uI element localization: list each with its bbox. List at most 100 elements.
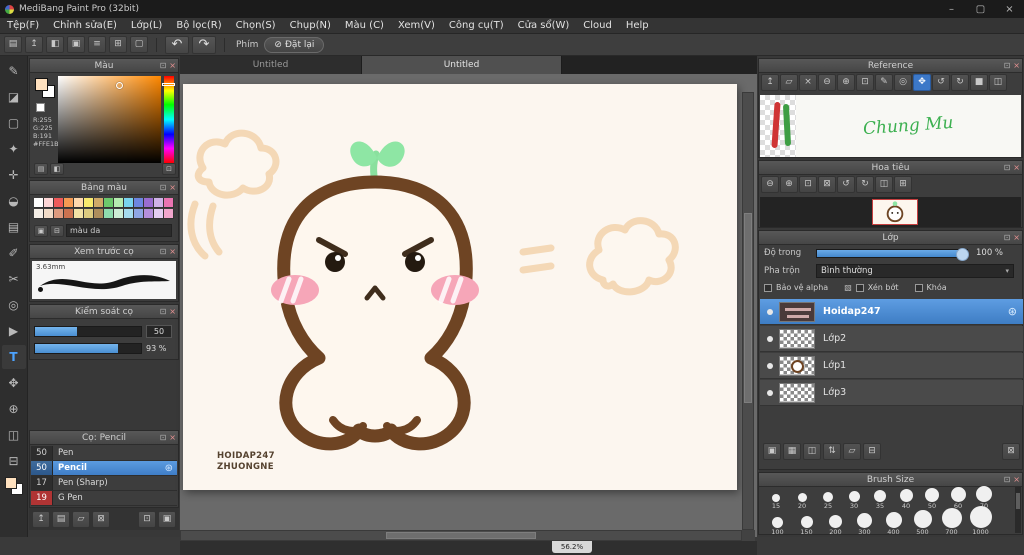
palette-swatch[interactable] [74,198,84,208]
palette-swatch[interactable] [34,209,44,219]
brush-item[interactable]: 19 G Pen [31,491,177,506]
canvas[interactable]: HOIDAP247 ZHUONGNE [183,84,737,490]
palette-panel-header[interactable]: Bảng màu ⊡ × [30,181,178,195]
close-icon[interactable]: × [1013,232,1020,244]
delete-color-icon[interactable]: ⊟ [50,224,64,237]
zoom-indicator[interactable]: 56.2% [552,541,592,553]
import-icon[interactable]: ↥ [761,74,779,91]
close-icon[interactable]: × [169,246,176,258]
canvas-tab-active[interactable]: Untitled [362,56,562,74]
duplicate-layer-icon[interactable]: ▦ [783,443,801,460]
popout-icon[interactable]: ⊡ [160,60,167,72]
visibility-dot[interactable] [767,335,773,342]
clear-icon[interactable]: × [799,74,817,91]
layer-thumbnail[interactable] [779,301,815,322]
close-icon[interactable]: × [1013,162,1020,174]
menu-tep[interactable]: Tệp(F) [0,18,46,34]
magic-wand-tool[interactable]: ✦ [2,137,26,161]
comment-icon[interactable]: ◧ [46,36,64,53]
brush-size-option[interactable]: 400 [879,508,908,534]
text-tool[interactable]: T [1,345,26,369]
close-icon[interactable]: × [1013,60,1020,72]
reference-panel-header[interactable]: Reference ⊡ × [759,59,1022,73]
zoom-out-icon[interactable]: ⊖ [818,74,836,91]
eyedropper-tool[interactable]: ◎ [2,293,26,317]
palette-swatch[interactable] [84,198,94,208]
brush-size-option[interactable]: 50 [919,488,945,510]
palette-swatch[interactable] [164,209,174,219]
menu-cua-so[interactable]: Cửa sổ(W) [511,18,577,34]
brush-size-option[interactable]: 25 [815,488,841,510]
pencil-icon[interactable]: ✎ [875,74,893,91]
divide-tool[interactable]: ◫ [2,423,26,447]
brush-control-header[interactable]: Kiểm soát cọ ⊡ × [30,305,178,319]
layer-thumbnail[interactable] [779,328,815,349]
brush-size-option[interactable]: 30 [841,488,867,510]
minimize-icon[interactable]: – [937,0,966,18]
popout-icon[interactable]: ⊡ [1004,232,1011,244]
zoom-in-icon[interactable]: ⊕ [780,176,798,193]
brush-settings-icon[interactable]: ⊡ [138,510,156,528]
palette-swatch[interactable] [154,198,164,208]
hand-tool[interactable]: ✥ [2,371,26,395]
horizontal-scrollbar[interactable] [180,530,742,541]
brush-list-header[interactable]: Cọ: Pencil ⊡ × [30,431,178,445]
palette-swatch[interactable] [124,209,134,219]
visibility-dot[interactable] [767,308,773,315]
layer-settings-gear-icon[interactable]: ⊛ [1008,305,1017,318]
hue-slider[interactable] [162,76,175,163]
fit-view-icon[interactable]: ⊡ [856,74,874,91]
brush-menu-icon[interactable]: ▣ [158,510,176,528]
layer-folder-icon[interactable]: ▱ [843,443,861,460]
brush-size-option[interactable]: 200 [821,508,850,534]
palette-swatch[interactable] [44,198,54,208]
brush-item[interactable]: 50 Pen [31,446,177,461]
rotate-right-icon[interactable]: ↻ [856,176,874,193]
reference-image[interactable]: Chung Mu [760,95,1021,157]
save-icon[interactable]: ▤ [4,36,22,53]
eyedropper-icon[interactable]: ◎ [894,74,912,91]
reset-button[interactable]: ⊘ Đặt lại [264,36,325,53]
popout-icon[interactable]: ⊡ [1004,60,1011,72]
brush-size-option[interactable]: 700 [937,508,966,534]
palette-swatch[interactable] [64,198,74,208]
popout-icon[interactable]: ⊡ [160,306,167,318]
canvas-tab[interactable]: Untitled [180,56,362,74]
blend-mode-select[interactable]: Bình thường ▾ [816,264,1014,278]
palette-swatch[interactable] [124,198,134,208]
scrollbar-thumb[interactable] [386,532,536,539]
layer-thumbnail[interactable] [779,382,815,403]
palette-swatch[interactable] [94,198,104,208]
brush-item[interactable]: 17 Pen (Sharp) [31,476,177,491]
popout-icon[interactable]: ⊡ [1004,474,1011,486]
move-tool[interactable]: ✛ [2,163,26,187]
rotate-left-icon[interactable]: ↺ [837,176,855,193]
opacity-slider[interactable] [816,247,969,261]
palette-swatch[interactable] [44,209,54,219]
export-icon[interactable]: ↥ [25,36,43,53]
clipping-checkbox[interactable] [855,283,864,292]
add-color-icon[interactable]: ▣ [34,224,48,237]
scrollbar-thumb[interactable] [744,213,752,403]
eraser-tool[interactable]: ◪ [2,85,26,109]
scrollbar-thumb[interactable] [1016,493,1020,509]
palette-swatch[interactable] [134,209,144,219]
brush-size-header[interactable]: Brush Size ⊡ × [759,473,1022,487]
palette-swatch[interactable] [164,198,174,208]
brush-opacity-slider[interactable] [34,343,142,354]
fit-icon[interactable]: ⊠ [818,176,836,193]
brush-size-option[interactable]: 35 [867,488,893,510]
foreground-color-swatch[interactable] [35,78,48,91]
menu-cong-cu[interactable]: Công cụ(T) [442,18,511,34]
lasso-tool[interactable]: ✂ [2,267,26,291]
close-icon[interactable]: × [995,0,1024,18]
delete-brush-icon[interactable]: ⊠ [92,510,110,528]
layer-row[interactable]: Lớp2 [760,326,1023,352]
list-icon[interactable]: ≡ [88,36,106,53]
popout-icon[interactable]: ⊡ [160,432,167,444]
merge-layer-icon[interactable]: ⊟ [863,443,881,460]
grid-icon[interactable]: ⊞ [109,36,127,53]
zoom-tool[interactable]: ⊕ [2,397,26,421]
palette-swatch[interactable] [74,209,84,219]
brush-size-option[interactable]: 150 [792,508,821,534]
